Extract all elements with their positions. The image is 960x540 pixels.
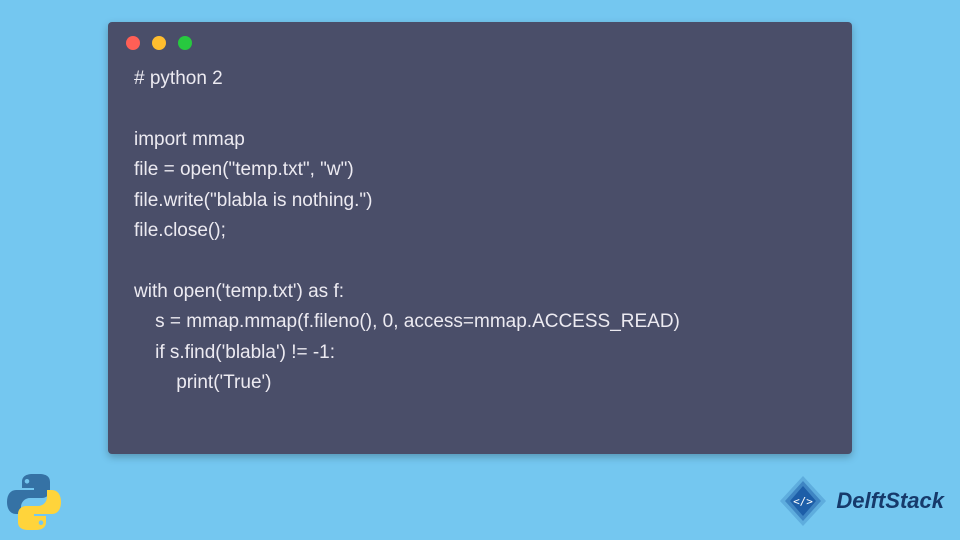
minimize-icon bbox=[152, 36, 166, 50]
python-logo-icon bbox=[2, 470, 66, 534]
delftstack-logo-icon: </> bbox=[776, 474, 830, 528]
close-icon bbox=[126, 36, 140, 50]
window-controls bbox=[108, 22, 852, 56]
svg-text:</>: </> bbox=[793, 495, 813, 508]
code-window: # python 2 import mmap file = open("temp… bbox=[108, 22, 852, 454]
brand-name: DelftStack bbox=[836, 488, 944, 514]
code-block: # python 2 import mmap file = open("temp… bbox=[108, 56, 852, 418]
maximize-icon bbox=[178, 36, 192, 50]
brand: </> DelftStack bbox=[776, 474, 944, 528]
